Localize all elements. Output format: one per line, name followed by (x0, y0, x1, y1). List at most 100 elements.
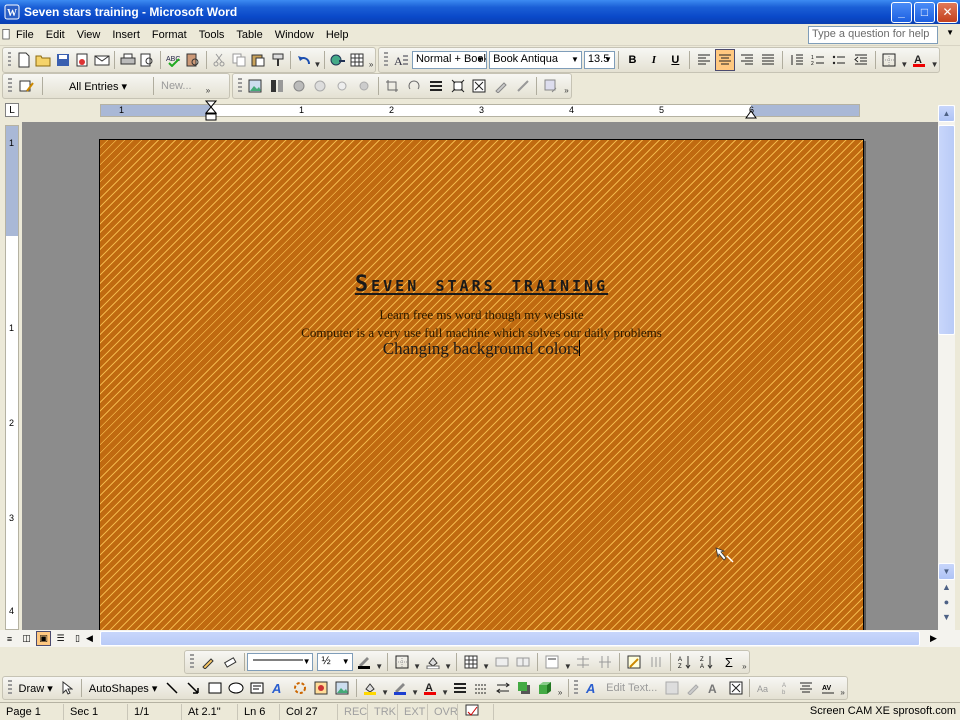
rotate-icon[interactable] (404, 75, 424, 97)
distribute-rows-icon[interactable] (573, 651, 593, 673)
align-cell-icon[interactable] (542, 651, 562, 673)
dash-style-icon[interactable] (472, 677, 491, 699)
text-box-icon[interactable] (247, 677, 266, 699)
document-heading[interactable]: Changing background colors (100, 339, 863, 359)
border-color-icon[interactable] (354, 651, 374, 673)
more-brightness-icon[interactable] (332, 75, 352, 97)
draw-table-icon[interactable] (198, 651, 218, 673)
document-page[interactable]: Seven stars training Learn free ms word … (99, 139, 864, 630)
eraser-icon[interactable] (220, 651, 240, 673)
toolbar-options-icon[interactable]: » (203, 75, 213, 97)
3d-style-icon[interactable] (536, 677, 555, 699)
scroll-right-icon[interactable]: ▶ (926, 631, 941, 646)
bullets-icon[interactable] (830, 49, 849, 71)
reset-picture-icon[interactable] (541, 75, 561, 97)
table-autoformat-icon[interactable] (624, 651, 644, 673)
right-indent-marker-icon[interactable] (745, 107, 757, 119)
print-preview-icon[interactable] (139, 49, 156, 71)
line-weight-dropdown-icon[interactable]: ▼ (342, 657, 350, 666)
close-button[interactable]: ✕ (937, 1, 958, 23)
format-wordart-icon[interactable] (684, 677, 703, 699)
new-entry-button[interactable]: New... (157, 80, 203, 92)
crop-icon[interactable] (383, 75, 403, 97)
underline-icon[interactable]: U (666, 49, 685, 71)
style-combo[interactable]: Normal + Book ▼ (411, 51, 488, 69)
clip-art-icon[interactable] (311, 677, 330, 699)
more-contrast-icon[interactable] (289, 75, 309, 97)
document-title[interactable]: Seven stars training (100, 272, 863, 297)
rectangle-icon[interactable] (205, 677, 224, 699)
border-dropdown-icon[interactable]: ▼ (413, 651, 422, 673)
toolbar-grip[interactable] (8, 52, 12, 68)
scroll-left-icon[interactable]: ◀ (82, 631, 97, 646)
outside-border-icon[interactable] (392, 651, 412, 673)
research-icon[interactable] (184, 49, 201, 71)
insert-table-dropdown-icon[interactable]: ▼ (482, 651, 491, 673)
select-browse-object-icon[interactable]: ● (938, 597, 955, 612)
set-transparent-icon[interactable] (513, 75, 533, 97)
styles-formatting-icon[interactable]: A (392, 49, 411, 71)
line-style-icon[interactable] (451, 677, 470, 699)
document-workspace[interactable]: Seven stars training Learn free ms word … (22, 122, 938, 630)
draw-menu[interactable]: Draw ▾ (15, 682, 57, 695)
style-dropdown-icon[interactable]: ▼ (476, 55, 484, 64)
oval-icon[interactable] (226, 677, 245, 699)
line-color-dropdown-icon[interactable]: ▼ (411, 677, 420, 699)
line-weight-combo[interactable]: ½ ▼ (317, 653, 353, 671)
split-cells-icon[interactable] (514, 651, 534, 673)
diagram-icon[interactable] (290, 677, 309, 699)
character-spacing-icon[interactable]: AV (818, 677, 837, 699)
arrow-icon[interactable] (184, 677, 203, 699)
font-combo[interactable]: Book Antiqua ▼ (489, 51, 582, 69)
less-contrast-icon[interactable] (311, 75, 331, 97)
menu-window[interactable]: Window (269, 25, 320, 45)
vertical-text-icon[interactable]: Ab (775, 677, 794, 699)
format-picture-icon[interactable] (491, 75, 511, 97)
line-style-combo[interactable]: ▼ (247, 653, 314, 671)
tab-selector[interactable]: L (5, 103, 19, 117)
sort-descending-icon[interactable]: ZA (697, 651, 717, 673)
shading-color-icon[interactable] (423, 651, 443, 673)
border-color-dropdown-icon[interactable]: ▼ (375, 651, 384, 673)
toolbar-grip[interactable] (574, 680, 578, 696)
align-cell-dropdown-icon[interactable]: ▼ (563, 651, 572, 673)
less-brightness-icon[interactable] (354, 75, 374, 97)
line-style-dropdown-icon[interactable]: ▼ (303, 657, 311, 666)
line-spacing-icon[interactable] (787, 49, 806, 71)
print-layout-icon[interactable]: ▣ (36, 631, 51, 646)
arrow-style-icon[interactable] (493, 677, 512, 699)
word-app-icon[interactable]: W (4, 4, 20, 20)
indent-marker-icon[interactable] (205, 100, 217, 122)
paste-icon[interactable] (249, 49, 266, 71)
horizontal-scroll-thumb[interactable] (100, 631, 920, 646)
toolbar-grip[interactable] (190, 654, 194, 670)
new-document-icon[interactable] (15, 49, 32, 71)
toolbar-options-icon[interactable]: » (556, 677, 565, 699)
web-layout-icon[interactable]: ◫ (19, 631, 34, 646)
font-dropdown-icon[interactable]: ▼ (571, 55, 579, 64)
insert-picture-icon[interactable] (332, 677, 351, 699)
toolbar-options-icon[interactable]: » (740, 651, 749, 673)
status-overtype[interactable]: OVR (428, 703, 458, 720)
border-dropdown-icon[interactable]: ▼ (900, 49, 909, 71)
status-track-changes[interactable]: TRK (368, 703, 398, 720)
text-wrapping-icon[interactable] (726, 677, 745, 699)
shadow-style-icon[interactable] (514, 677, 533, 699)
font-color-icon[interactable]: A (421, 677, 440, 699)
shading-dropdown-icon[interactable]: ▼ (444, 651, 453, 673)
fill-color-dropdown-icon[interactable]: ▼ (381, 677, 390, 699)
menu-file[interactable]: File (10, 25, 40, 45)
align-center-icon[interactable] (715, 49, 736, 71)
numbering-icon[interactable]: 12 (808, 49, 827, 71)
merge-cells-icon[interactable] (492, 651, 512, 673)
insert-picture-icon[interactable] (246, 75, 266, 97)
menu-insert[interactable]: Insert (106, 25, 146, 45)
permission-icon[interactable] (73, 49, 90, 71)
toolbar-grip[interactable] (8, 680, 12, 696)
toolbar-options-icon[interactable]: » (838, 677, 847, 699)
menu-help[interactable]: Help (320, 25, 355, 45)
minimize-button[interactable]: _ (891, 1, 912, 23)
justify-icon[interactable] (759, 49, 778, 71)
cut-icon[interactable] (211, 49, 228, 71)
menu-tools[interactable]: Tools (193, 25, 231, 45)
